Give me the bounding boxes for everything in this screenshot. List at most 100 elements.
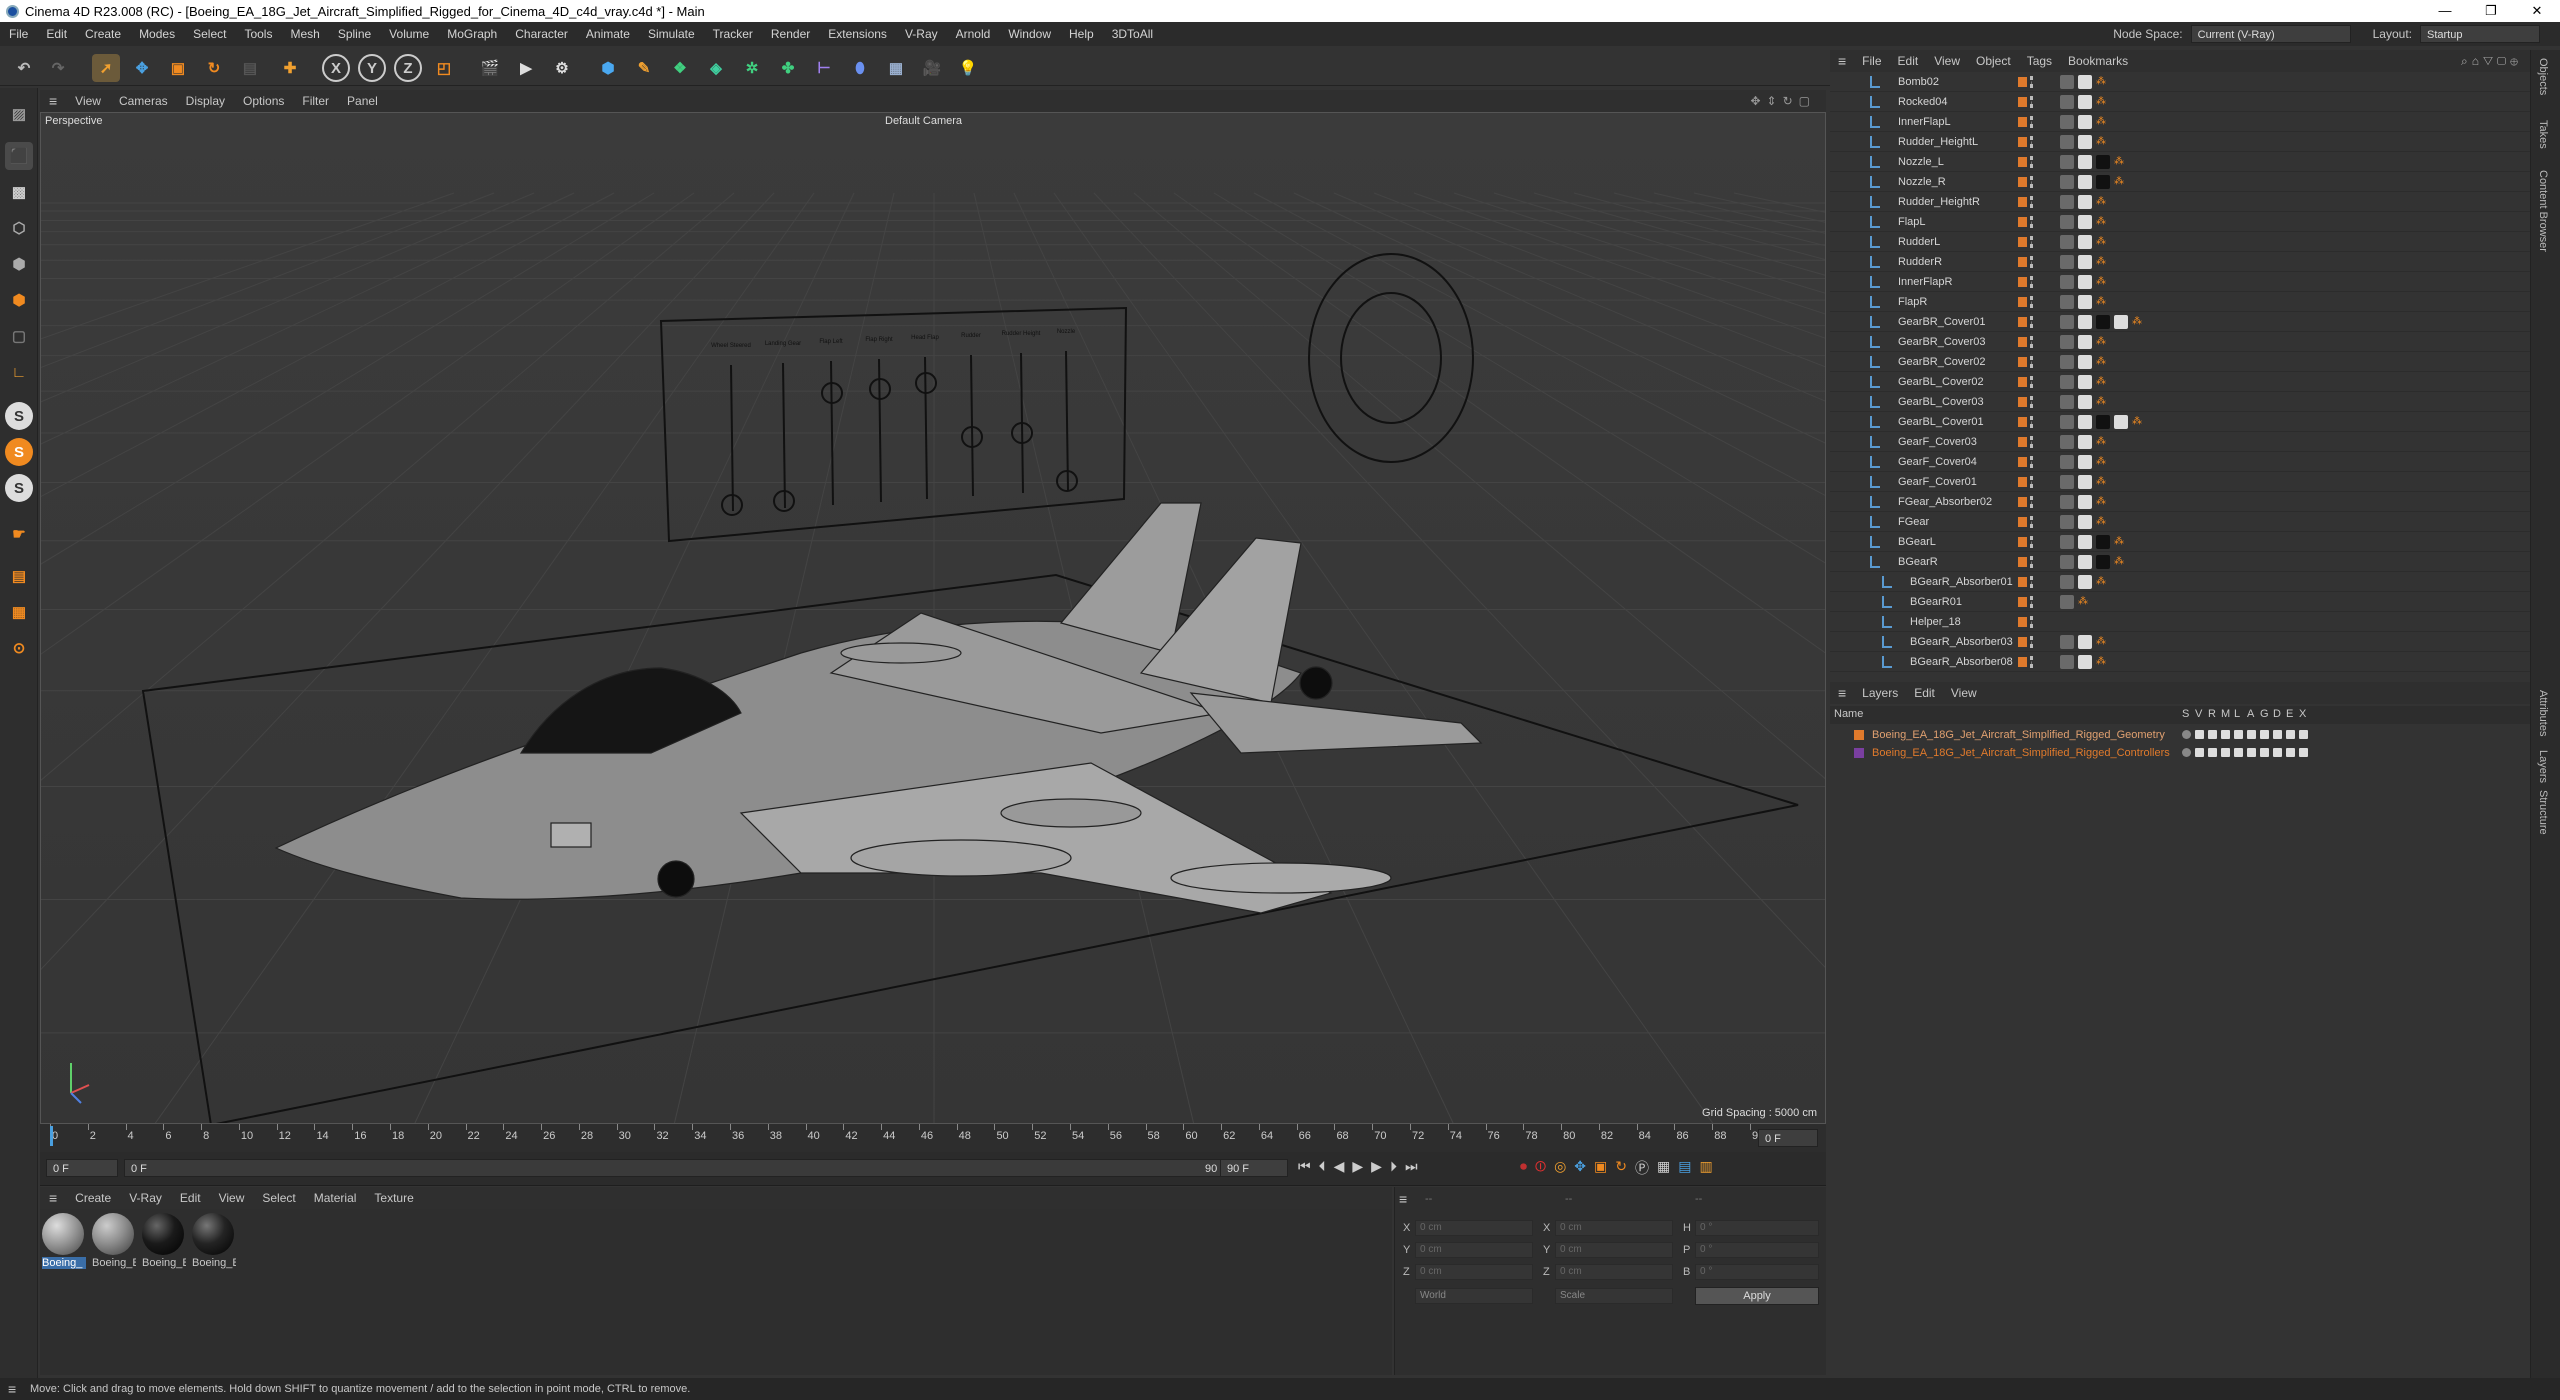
material-menu-vray[interactable]: V-Ray: [120, 1191, 171, 1205]
material-menu-material[interactable]: Material: [305, 1191, 366, 1205]
object-tag-icon[interactable]: [2078, 275, 2092, 289]
object-row[interactable]: BGearR ⁂: [1830, 552, 2530, 572]
object-tag-icon[interactable]: ⁂: [2096, 115, 2110, 129]
key-move-icon[interactable]: ✥: [1574, 1158, 1586, 1178]
object-row[interactable]: InnerFlapL ⁂: [1830, 112, 2530, 132]
object-tag-icon[interactable]: [2078, 195, 2092, 209]
layer-color-swatch[interactable]: [2018, 137, 2027, 147]
points-mode-icon[interactable]: ⬡: [5, 214, 33, 242]
object-row[interactable]: GearBR_Cover03 ⁂: [1830, 332, 2530, 352]
object-tag-icon[interactable]: ⁂: [2096, 495, 2110, 509]
visibility-dots-icon[interactable]: [2030, 256, 2034, 268]
layer-color-swatch[interactable]: [2018, 497, 2027, 507]
layer-color-swatch[interactable]: [2018, 177, 2027, 187]
maximize-button[interactable]: ❐: [2468, 0, 2514, 22]
layer-flag-toggle[interactable]: [2208, 748, 2217, 757]
visibility-dots-icon[interactable]: [2030, 156, 2034, 168]
object-tag-icon[interactable]: [2078, 215, 2092, 229]
object-row[interactable]: Nozzle_L ⁂: [1830, 152, 2530, 172]
menu-mesh[interactable]: Mesh: [281, 27, 328, 41]
object-tag-icon[interactable]: [2078, 435, 2092, 449]
material-menu-edit[interactable]: Edit: [171, 1191, 210, 1205]
layer-color-swatch[interactable]: [2018, 217, 2027, 227]
object-tag-icon[interactable]: [2060, 295, 2074, 309]
record-icon[interactable]: ⏺: [1520, 1158, 1527, 1178]
object-tag-icon[interactable]: ⁂: [2096, 275, 2110, 289]
snap-button-1[interactable]: S: [5, 402, 33, 430]
object-menu-object[interactable]: Object: [1968, 54, 2019, 68]
tab-attributes[interactable]: Attributes: [2537, 690, 2549, 736]
menu-edit[interactable]: Edit: [37, 27, 76, 41]
object-tag-icon[interactable]: ⁂: [2114, 155, 2128, 169]
visibility-dots-icon[interactable]: [2030, 196, 2034, 208]
key-grid-icon[interactable]: ▦: [1657, 1158, 1670, 1178]
visibility-dots-icon[interactable]: [2030, 116, 2034, 128]
tab-layers[interactable]: Layers: [2537, 750, 2549, 783]
render-view-icon[interactable]: ▶: [512, 54, 540, 82]
object-tag-icon[interactable]: [2078, 515, 2092, 529]
visibility-dots-icon[interactable]: [2030, 576, 2034, 588]
layer-color-swatch[interactable]: [2018, 457, 2027, 467]
object-tag-icon[interactable]: ⁂: [2114, 535, 2128, 549]
object-tag-icon[interactable]: [2078, 95, 2092, 109]
object-tag-icon[interactable]: [2060, 595, 2074, 609]
object-tag-icon[interactable]: ⁂: [2132, 315, 2146, 329]
object-row[interactable]: GearBL_Cover03 ⁂: [1830, 392, 2530, 412]
layer-flag-toggle[interactable]: [2260, 748, 2269, 757]
visibility-dots-icon[interactable]: [2030, 176, 2034, 188]
make-editable-icon[interactable]: ▨: [5, 100, 33, 128]
menu-vray[interactable]: V-Ray: [896, 27, 947, 41]
object-tag-icon[interactable]: [2078, 575, 2092, 589]
visibility-dots-icon[interactable]: [2030, 236, 2034, 248]
object-tag-icon[interactable]: [2060, 195, 2074, 209]
workplane-icon[interactable]: ▤: [5, 562, 33, 590]
layer-color-swatch[interactable]: [2018, 257, 2027, 267]
object-tag-icon[interactable]: [2096, 415, 2110, 429]
material-swatch[interactable]: Boeing_E: [142, 1213, 186, 1273]
frame-range-slider[interactable]: 0 F 90 F: [124, 1159, 1234, 1177]
object-row[interactable]: GearBR_Cover02 ⁂: [1830, 352, 2530, 372]
material-menu-create[interactable]: Create: [66, 1191, 120, 1205]
object-row[interactable]: Rudder_HeightL ⁂: [1830, 132, 2530, 152]
object-tag-icon[interactable]: [2078, 295, 2092, 309]
layer-flag-toggle[interactable]: [2247, 748, 2256, 757]
snap-button-3[interactable]: S: [5, 474, 33, 502]
object-row[interactable]: BGearR_Absorber08 ⁂: [1830, 652, 2530, 672]
pen-icon[interactable]: ✎: [630, 54, 658, 82]
layer-color-swatch[interactable]: [2018, 637, 2027, 647]
size-z-field[interactable]: 0 cm: [1555, 1264, 1673, 1280]
key-rotate-icon[interactable]: ↻: [1615, 1158, 1627, 1178]
object-tag-icon[interactable]: [2060, 555, 2074, 569]
axis-mode-icon[interactable]: ∟: [5, 358, 33, 386]
model-mode-icon[interactable]: ⬛: [5, 142, 33, 170]
menu-tools[interactable]: Tools: [235, 27, 281, 41]
coordinate-system-icon[interactable]: ◰: [430, 54, 458, 82]
object-tag-icon[interactable]: [2078, 235, 2092, 249]
render-settings-icon[interactable]: ⚙: [548, 54, 576, 82]
layer-flag-toggle[interactable]: [2182, 748, 2191, 757]
object-tag-icon[interactable]: [2060, 355, 2074, 369]
layer-color-swatch[interactable]: [2018, 397, 2027, 407]
layer-color-swatch[interactable]: [2018, 517, 2027, 527]
cube-icon[interactable]: ⬢: [594, 54, 622, 82]
layer-hamburger-icon[interactable]: ≡: [1830, 685, 1854, 701]
object-tag-icon[interactable]: ⁂: [2096, 95, 2110, 109]
object-tag-icon[interactable]: [2060, 115, 2074, 129]
pos-y-field[interactable]: 0 cm: [1415, 1242, 1533, 1258]
menu-3dtoall[interactable]: 3DToAll: [1103, 27, 1162, 41]
object-tag-icon[interactable]: [2078, 375, 2092, 389]
visibility-dots-icon[interactable]: [2030, 396, 2034, 408]
object-tag-icon[interactable]: ⁂: [2096, 195, 2110, 209]
object-tag-icon[interactable]: [2078, 535, 2092, 549]
object-tag-icon[interactable]: ⁂: [2132, 415, 2146, 429]
go-to-start-icon[interactable]: ⏮: [1298, 1158, 1311, 1175]
visibility-dots-icon[interactable]: [2030, 616, 2034, 628]
menu-create[interactable]: Create: [76, 27, 130, 41]
layer-color-swatch[interactable]: [2018, 277, 2027, 287]
z-axis-button[interactable]: Z: [394, 54, 422, 82]
object-tag-icon[interactable]: [2078, 655, 2092, 669]
layer-color-swatch[interactable]: [2018, 337, 2027, 347]
object-row[interactable]: Nozzle_R ⁂: [1830, 172, 2530, 192]
object-menu-file[interactable]: File: [1854, 54, 1889, 68]
create-tool-icon[interactable]: ✚: [276, 54, 304, 82]
